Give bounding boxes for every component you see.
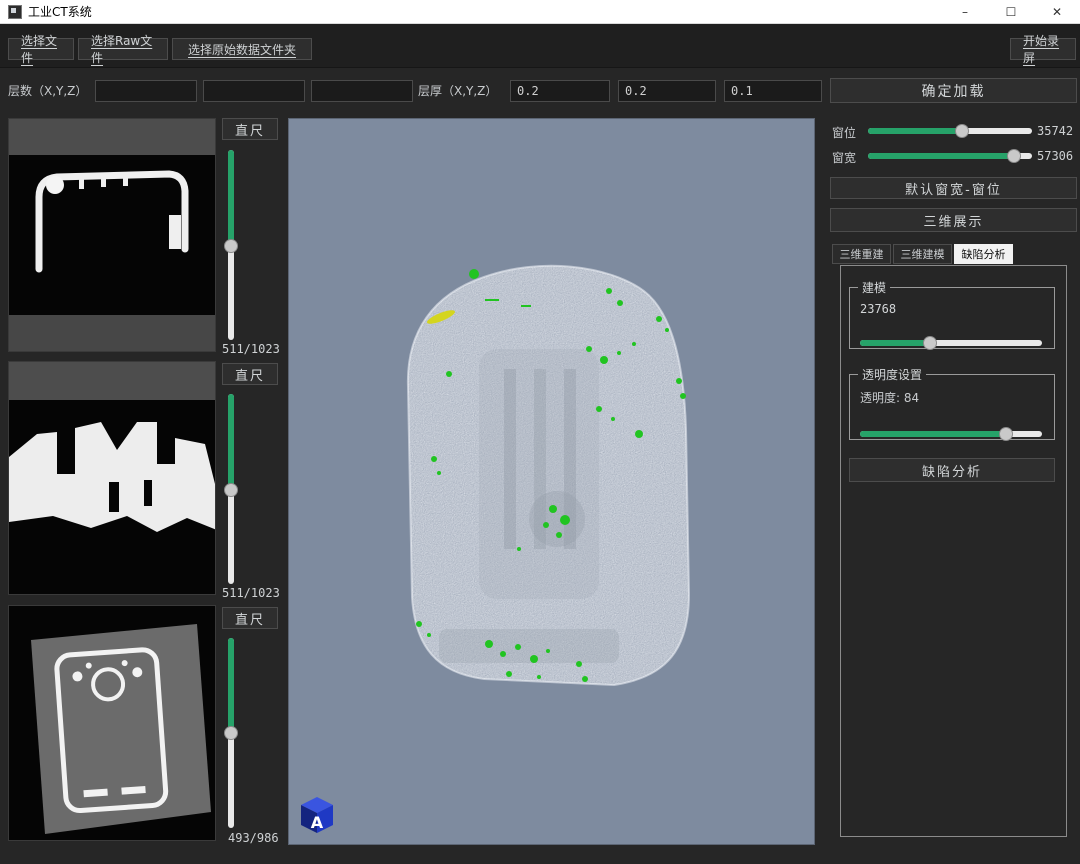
transparency-group-title: 透明度设置: [858, 366, 926, 383]
start-record-button[interactable]: 开始录屏: [1010, 38, 1076, 60]
transparency-group: 透明度设置 透明度: 84: [849, 366, 1055, 440]
modeling-slider-handle[interactable]: [923, 336, 937, 350]
window-level-value: 35742: [1037, 124, 1073, 138]
ruler-button-3[interactable]: 直尺: [222, 607, 278, 629]
slice-slider-1-fill: [228, 150, 234, 246]
modeling-group: 建模 23768: [849, 279, 1055, 349]
layers-label: 层数（X,Y,Z）: [8, 78, 87, 104]
select-raw-button[interactable]: 选择Raw文件: [78, 38, 168, 60]
slice-slider-3-fill: [228, 638, 234, 733]
window-controls: – ☐ ✕: [942, 0, 1080, 23]
ct-slice-view-top[interactable]: [8, 118, 216, 352]
viewport-3d[interactable]: A: [288, 118, 815, 845]
thickness-z-input[interactable]: [724, 80, 822, 102]
svg-text:A: A: [311, 813, 324, 832]
ruler-button-2[interactable]: 直尺: [222, 363, 278, 385]
thickness-x-input[interactable]: [510, 80, 610, 102]
close-button[interactable]: ✕: [1034, 0, 1080, 23]
slice-slider-3-handle[interactable]: [224, 726, 238, 740]
slice-slider-2[interactable]: [228, 394, 234, 584]
select-file-button[interactable]: 选择文件: [8, 38, 74, 60]
window-width-fill: [868, 153, 1014, 159]
modeling-slider[interactable]: [860, 340, 1042, 346]
slice-position-2: 511/1023: [222, 586, 280, 600]
ct-slice-image-3: [9, 606, 216, 841]
select-folder-button[interactable]: 选择原始数据文件夹: [172, 38, 312, 60]
ct-slice-view-middle[interactable]: [8, 361, 216, 595]
transparency-slider[interactable]: [860, 431, 1042, 437]
transparency-slider-fill: [860, 431, 1006, 437]
ct-slice-view-bottom[interactable]: [8, 605, 216, 841]
layers-y-input[interactable]: [203, 80, 305, 102]
slice-slider-2-handle[interactable]: [224, 483, 238, 497]
layers-z-input[interactable]: [311, 80, 413, 102]
transparency-slider-handle[interactable]: [999, 427, 1013, 441]
cube-logo: A: [301, 797, 333, 833]
tab-3d-modeling[interactable]: 三维建模: [893, 244, 952, 264]
toolbar: 选择文件 选择Raw文件 选择原始数据文件夹 开始录屏: [0, 24, 1080, 68]
defect-analysis-button[interactable]: 缺陷分析: [849, 458, 1055, 482]
window-width-slider[interactable]: [868, 153, 1032, 159]
slice-slider-1[interactable]: [228, 150, 234, 340]
modeling-slider-fill: [860, 340, 930, 346]
transparency-value-label: 透明度: 84: [860, 389, 1046, 406]
thickness-label: 层厚（X,Y,Z）: [418, 78, 497, 104]
view-3d-button[interactable]: 三维展示: [830, 208, 1077, 232]
defect-analysis-panel: [840, 265, 1067, 837]
slice-position-3: 493/986: [228, 831, 279, 845]
minimize-button[interactable]: –: [942, 0, 988, 23]
window-level-slider[interactable]: [868, 128, 1032, 134]
window-width-label: 窗宽: [832, 149, 856, 166]
window-width-handle[interactable]: [1007, 149, 1021, 163]
window-title: 工业CT系统: [28, 3, 92, 20]
confirm-load-button[interactable]: 确定加载: [830, 78, 1077, 103]
window-width-value: 57306: [1037, 149, 1073, 163]
ct-slice-image-1: [9, 119, 216, 352]
slice-position-1: 511/1023: [222, 342, 280, 356]
title-bar: 工业CT系统 – ☐ ✕: [0, 0, 1080, 24]
layers-x-input[interactable]: [95, 80, 197, 102]
window-level-handle[interactable]: [955, 124, 969, 138]
tab-3d-reconstruction[interactable]: 三维重建: [832, 244, 891, 264]
slice-slider-2-fill: [228, 394, 234, 490]
modeling-value: 23768: [860, 302, 1046, 316]
slice-slider-3[interactable]: [228, 638, 234, 828]
ct-volume-render: A: [289, 119, 815, 845]
window-level-label: 窗位: [832, 124, 856, 141]
ct-slice-image-2: [9, 362, 216, 595]
tab-defect-analysis[interactable]: 缺陷分析: [954, 244, 1013, 264]
thickness-y-input[interactable]: [618, 80, 716, 102]
app-icon: [8, 5, 22, 19]
maximize-button[interactable]: ☐: [988, 0, 1034, 23]
modeling-group-title: 建模: [858, 279, 890, 296]
window-level-fill: [868, 128, 962, 134]
slice-slider-1-handle[interactable]: [224, 239, 238, 253]
ruler-button-1[interactable]: 直尺: [222, 118, 278, 140]
default-wl-button[interactable]: 默认窗宽-窗位: [830, 177, 1077, 199]
